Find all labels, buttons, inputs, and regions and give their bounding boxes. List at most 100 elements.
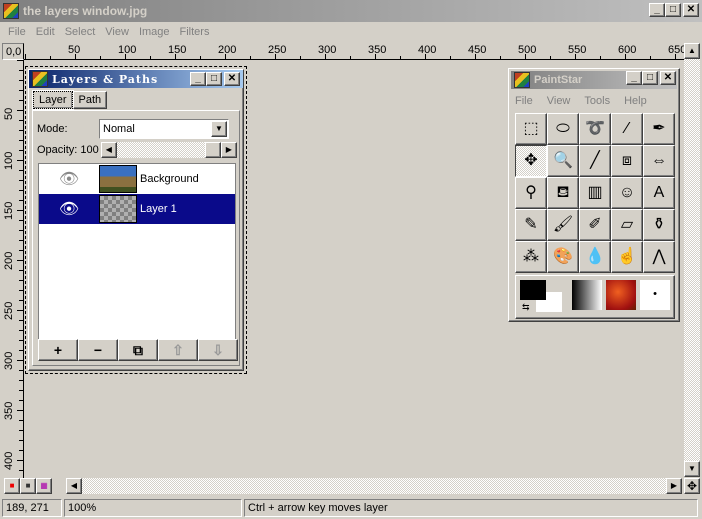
ruler-label: 100 xyxy=(3,151,15,170)
minimize-button[interactable]: _ xyxy=(649,3,665,17)
palette-tool-icon[interactable]: 🎨 xyxy=(547,241,579,273)
ruler-label: 200 xyxy=(218,44,237,56)
clone-tool-icon[interactable]: ☺ xyxy=(611,177,643,209)
layers-minimize-button[interactable]: _ xyxy=(190,72,206,86)
scroll-left-button[interactable]: ◀ xyxy=(66,478,82,494)
foreground-color[interactable] xyxy=(520,280,546,300)
blur-tool-icon[interactable]: 💧 xyxy=(579,241,611,273)
pencil-tool-icon[interactable]: ✎ xyxy=(515,209,547,241)
ruler-tick xyxy=(17,460,23,461)
fill-tool-icon[interactable]: ⛾ xyxy=(547,177,579,209)
ellipse-select-tool-icon[interactable]: ⬭ xyxy=(547,113,579,145)
smudge-tool-icon[interactable]: ☝ xyxy=(611,241,643,273)
rect-select-tool-icon[interactable]: ⬚ xyxy=(515,113,547,145)
status-bar: 189, 271 100% Ctrl + arrow key moves lay… xyxy=(0,496,702,519)
menu-image[interactable]: Image xyxy=(139,26,170,38)
spray-tool-icon[interactable]: ⁂ xyxy=(515,241,547,273)
move-tool-icon[interactable]: ✥ xyxy=(515,145,547,177)
tab-layer[interactable]: Layer xyxy=(32,90,74,110)
paintstar-maximize-button[interactable]: □ xyxy=(642,71,658,85)
maximize-button[interactable]: □ xyxy=(665,3,681,17)
rgb-channel-icon[interactable]: ■ xyxy=(4,478,20,494)
menu-select[interactable]: Select xyxy=(65,26,96,38)
menu-file[interactable]: File xyxy=(8,26,26,38)
ruler-tick xyxy=(500,56,501,59)
horizontal-scrollbar[interactable]: ◀ ▶ xyxy=(66,478,682,494)
scroll-down-button[interactable]: ▼ xyxy=(684,461,700,477)
pattern-swatch[interactable] xyxy=(606,280,636,310)
zoom-tool-icon[interactable]: 🔍 xyxy=(547,145,579,177)
menu-edit[interactable]: Edit xyxy=(36,26,55,38)
compass-tool-icon[interactable]: ⋀ xyxy=(643,241,675,273)
pen-tool-icon[interactable]: ✒ xyxy=(643,113,675,145)
ruler-tick xyxy=(19,200,23,201)
scroll-up-button[interactable]: ▲ xyxy=(684,43,700,59)
opacity-decrease[interactable]: ◀ xyxy=(100,142,117,158)
ruler-label: 600 xyxy=(618,44,637,56)
menu-filters[interactable]: Filters xyxy=(180,26,210,38)
ruler-tick xyxy=(150,56,151,59)
menu-bar: File Edit Select View Image Filters xyxy=(0,22,702,42)
gradient-tool-icon[interactable]: ▥ xyxy=(579,177,611,209)
ruler-label: 250 xyxy=(268,44,287,56)
paint-menu-view[interactable]: View xyxy=(547,95,571,107)
mode-label: Mode: xyxy=(37,123,68,135)
move-down-button[interactable]: ⇩ xyxy=(198,339,238,361)
crop-tool-icon[interactable]: ⧈ xyxy=(611,145,643,177)
ruler-tick xyxy=(19,190,23,191)
text-tool-icon[interactable]: A xyxy=(643,177,675,209)
add-layer-button[interactable]: + xyxy=(38,339,78,361)
ruler-tick xyxy=(19,180,23,181)
opacity-thumb[interactable] xyxy=(204,142,221,158)
chevron-down-icon[interactable]: ▼ xyxy=(211,121,227,137)
swap-colors-icon[interactable]: ⇆ xyxy=(522,302,530,313)
ruler-label: 650 xyxy=(668,44,684,56)
airbrush-tool-icon[interactable]: ✐ xyxy=(579,209,611,241)
eraser-tool-icon[interactable]: ▱ xyxy=(611,209,643,241)
ruler-tick xyxy=(19,390,23,391)
ruler-tick xyxy=(25,54,26,59)
lasso-tool-icon[interactable]: ➰ xyxy=(579,113,611,145)
layers-close-button[interactable]: ✕ xyxy=(224,72,240,86)
delete-layer-button[interactable]: − xyxy=(78,339,118,361)
brush-swatch[interactable]: • xyxy=(640,280,670,310)
scroll-right-button[interactable]: ▶ xyxy=(666,478,682,494)
paint-menu-help[interactable]: Help xyxy=(624,95,647,107)
tool-grid: ⬚ ⬭ ➰ ⁄ ✒ ✥ 🔍 ╱ ⧈ ⇔ ⚲ ⛾ ▥ ☺ A ✎ 🖌 ✐ ▱ ⚱ ⁂ 🎨 💧 ☝ ⋀ xyxy=(515,113,675,273)
pan-icon[interactable]: ✥ xyxy=(684,478,700,494)
eye-icon[interactable]: 👁 xyxy=(39,169,99,189)
brush-line-tool-icon[interactable]: ╱ xyxy=(579,145,611,177)
mask-channel-icon[interactable]: ■ xyxy=(20,478,36,494)
paint-menu-tools[interactable]: Tools xyxy=(584,95,610,107)
eyedropper-tool-icon[interactable]: ⚲ xyxy=(515,177,547,209)
mode-select[interactable]: Nomal ▼ xyxy=(99,119,229,139)
opacity-increase[interactable]: ▶ xyxy=(220,142,237,158)
gradient-swatch[interactable] xyxy=(572,280,602,310)
layers-maximize-button[interactable]: □ xyxy=(206,72,222,86)
paintstar-close-button[interactable]: ✕ xyxy=(660,71,676,85)
vertical-scrollbar[interactable]: ▲ ▼ xyxy=(684,43,700,477)
duplicate-layer-button[interactable]: ⧉ xyxy=(118,339,158,361)
paint-menu-file[interactable]: File xyxy=(515,95,533,107)
move-up-button[interactable]: ⇧ xyxy=(158,339,198,361)
menu-view[interactable]: View xyxy=(105,26,129,38)
ruler-tick xyxy=(19,130,23,131)
flip-tool-icon[interactable]: ⇔ xyxy=(643,145,675,177)
palette-channel-icon[interactable]: ▦ xyxy=(36,478,52,494)
magic-wand-tool-icon[interactable]: ⁄ xyxy=(611,113,643,145)
layer-row-layer1[interactable]: 👁 Layer 1 xyxy=(39,194,235,224)
layer-row-background[interactable]: 👁 Background xyxy=(39,164,235,194)
stamp-tool-icon[interactable]: ⚱ xyxy=(643,209,675,241)
opacity-slider[interactable]: ◀ ▶ xyxy=(100,142,237,158)
tab-path[interactable]: Path xyxy=(72,91,108,109)
ruler-tick xyxy=(19,120,23,121)
ruler-tick xyxy=(17,110,23,111)
ruler-tick xyxy=(17,210,23,211)
eye-icon[interactable]: 👁 xyxy=(39,199,99,219)
ruler-tick xyxy=(19,450,23,451)
paintstar-minimize-button[interactable]: _ xyxy=(626,71,642,85)
ruler-tick xyxy=(19,430,23,431)
paintbrush-tool-icon[interactable]: 🖌 xyxy=(547,209,579,241)
ruler-tick xyxy=(400,56,401,59)
close-button[interactable]: ✕ xyxy=(683,3,699,17)
